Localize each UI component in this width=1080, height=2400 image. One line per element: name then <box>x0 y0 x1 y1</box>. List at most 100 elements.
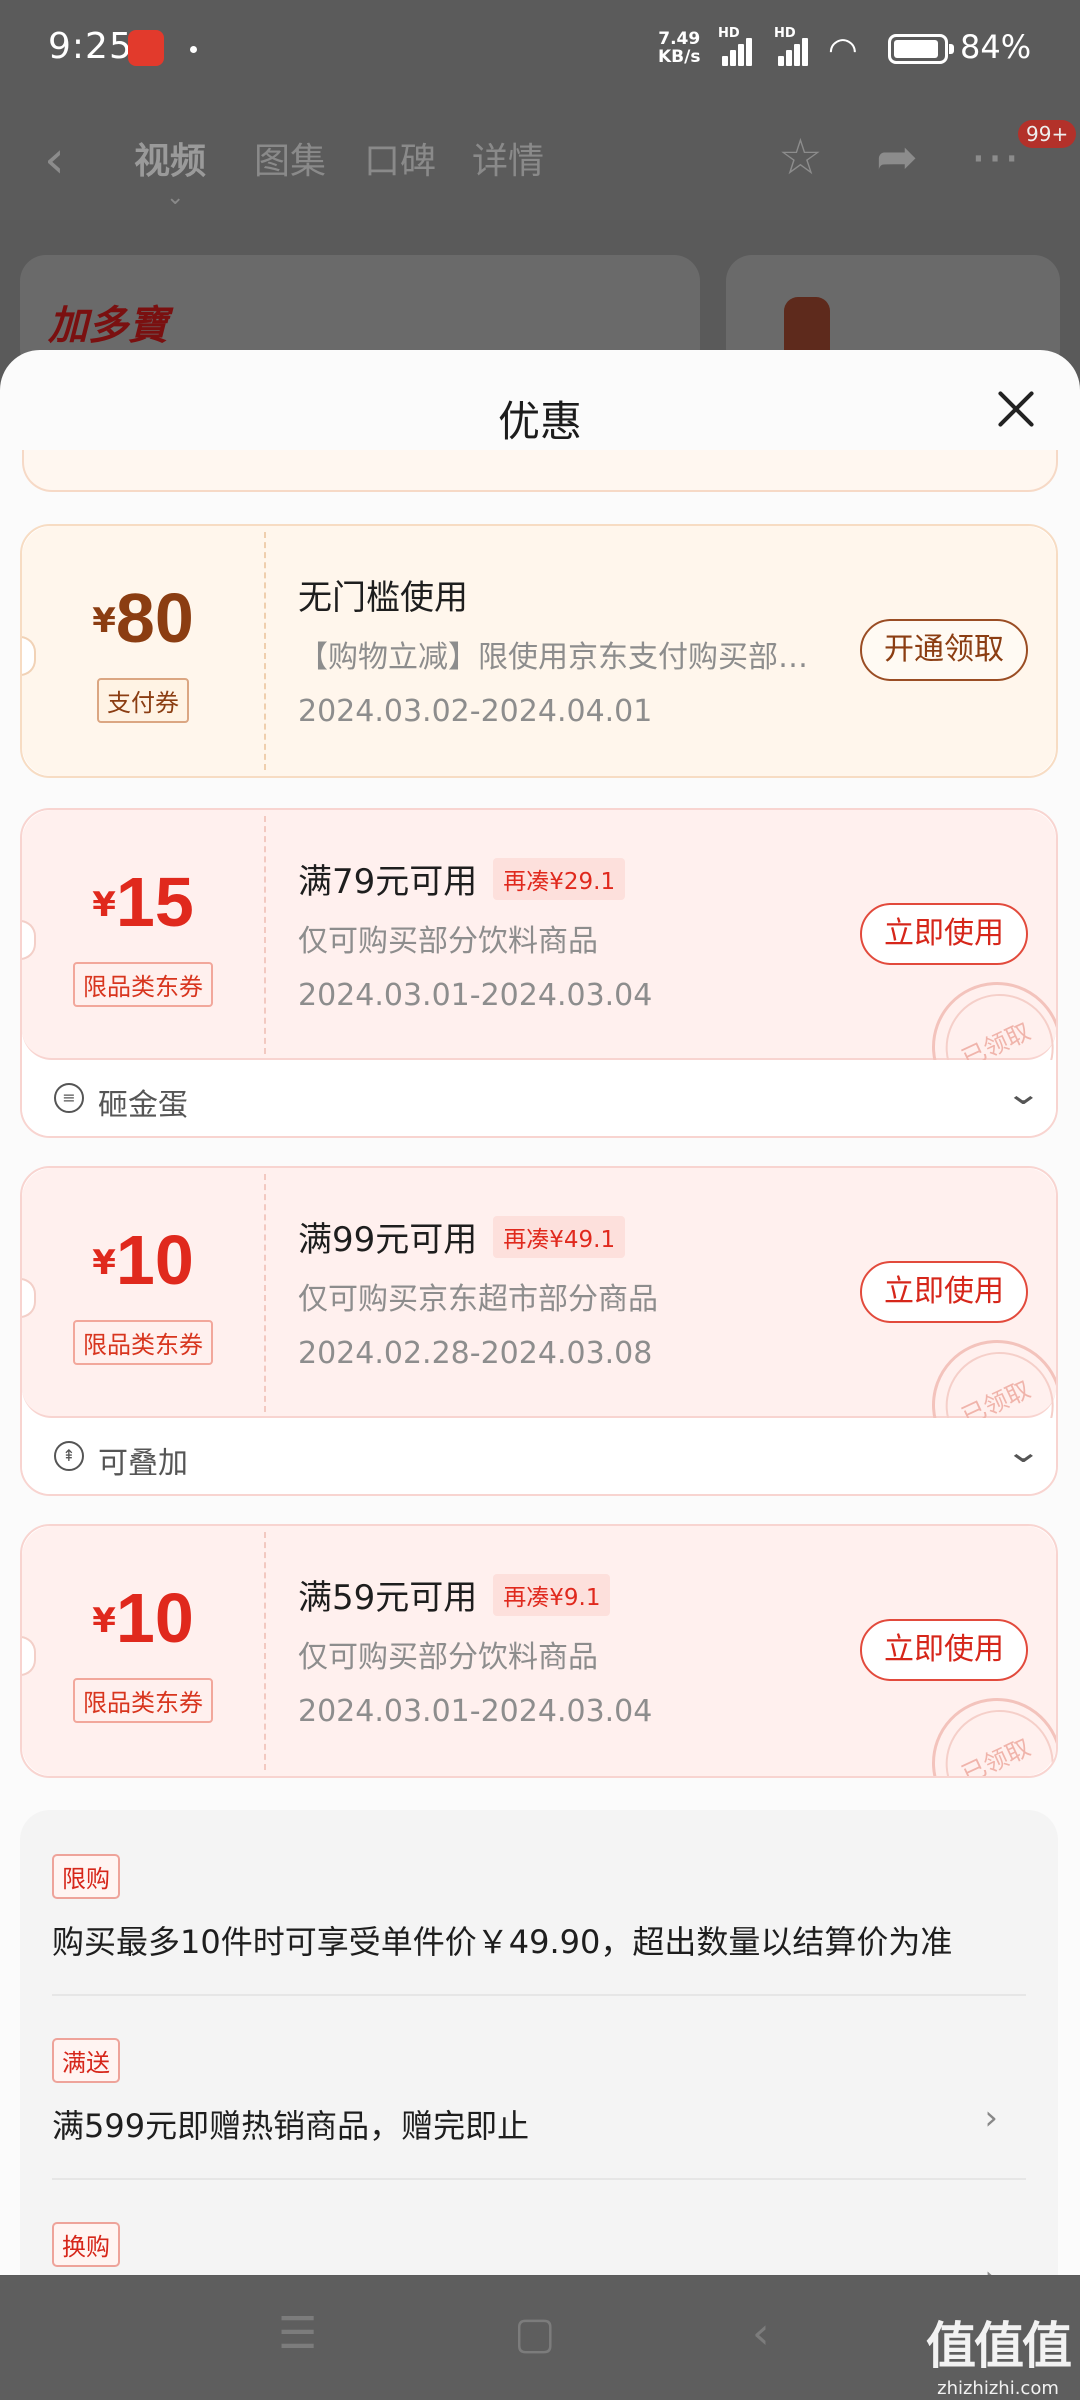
notification-dot-icon <box>190 46 197 53</box>
promo-text: 满599元即赠热销商品，赠完即止 <box>52 2107 530 2145</box>
coupon-title-text: 满79元可用 <box>298 862 478 902</box>
coupon-amount: ¥15 <box>22 862 264 942</box>
chevron-down-icon[interactable]: ⌄ <box>1005 1432 1043 1470</box>
sig2-label: HD <box>774 26 796 41</box>
coupon-type-badge: 限品类东券 <box>73 962 213 1007</box>
coupon-amount: ¥10 <box>22 1578 264 1658</box>
tab-reviews[interactable]: 口碑 <box>364 132 436 184</box>
battery-icon <box>888 34 954 64</box>
promo-tag: 满送 <box>52 2038 120 2083</box>
promo-tag: 限购 <box>52 1854 120 1899</box>
brand-logo: 加多寶 <box>48 302 168 349</box>
claimed-stamp: 已领取 <box>910 1676 1056 1776</box>
coupon-footer[interactable]: ⇞ 可叠加 ⌄ <box>22 1418 1056 1494</box>
use-now-button[interactable]: 立即使用 <box>860 903 1028 965</box>
use-now-button[interactable]: 立即使用 <box>860 1619 1028 1681</box>
currency-symbol: ¥ <box>92 1601 116 1641</box>
watermark-logo: 值值值 <box>926 2317 1072 2375</box>
promotions-panel: 限购 购买最多10件时可享受单件价￥49.90，超出数量以结算价为准 满送 满5… <box>20 1810 1058 2275</box>
battery-percent: 84% <box>960 28 1032 66</box>
amount-value: 80 <box>115 579 194 657</box>
chevron-right-icon[interactable]: › <box>984 2098 998 2138</box>
amount-value: 10 <box>115 1579 194 1657</box>
product-header: ‹ 视频 ⌄ 图集 口碑 详情 ☆ ➦ ⋯ 99+ <box>0 100 1080 220</box>
cell-signal-1-icon: HD <box>718 26 762 66</box>
promo-tag: 换购 <box>52 2222 120 2267</box>
chevron-down-icon[interactable]: ⌄ <box>1005 1074 1043 1112</box>
coupon-title: 满99元可用 再凑¥49.1 <box>298 1212 626 1261</box>
sheet-title: 优惠 <box>497 397 582 446</box>
use-now-button[interactable]: 立即使用 <box>860 1261 1028 1323</box>
amount-value: 10 <box>115 1221 194 1299</box>
message-badge: 99+ <box>1018 120 1077 148</box>
coupon-card: ¥15 限品类东券 满79元可用 再凑¥29.1 仅可购买部分饮料商品 2024.… <box>20 808 1058 1138</box>
menu-icon[interactable]: ☰ <box>278 2308 317 2359</box>
star-icon[interactable]: ☆ <box>778 128 823 186</box>
wifi-icon: ◠ <box>828 30 858 70</box>
coupon-amount: ¥80 <box>22 578 264 658</box>
coupon-description: 【购物立减】限使用京东支付购买部… <box>298 640 808 675</box>
net-speed-value: 7.49 <box>658 29 701 49</box>
status-time: 9:25 <box>48 26 133 67</box>
promo-item-gift[interactable]: 满送 满599元即赠热销商品，赠完即止 › <box>52 2038 1026 2147</box>
close-icon[interactable] <box>986 380 1046 440</box>
coupon-card: ¥10 限品类东券 满59元可用 再凑¥9.1 仅可购买部分饮料商品 2024.0… <box>20 1524 1058 1778</box>
coupon-validity: 2024.03.02-2024.04.01 <box>298 694 653 729</box>
coupon-title-text: 无门槛使用 <box>298 578 468 618</box>
back-nav-icon[interactable]: ‹ <box>752 2308 770 2359</box>
share-icon[interactable]: ➦ <box>876 128 918 186</box>
home-icon[interactable]: ▢ <box>514 2308 556 2359</box>
stackable-icon: ⇞ <box>54 1441 84 1471</box>
active-tab-indicator: ⌄ <box>166 185 185 210</box>
coupon-title: 无门槛使用 <box>298 570 468 619</box>
app-notification-icon <box>128 30 164 66</box>
watermark-site: zhizhizhi.com <box>937 2378 1059 2399</box>
activate-claim-button[interactable]: 开通领取 <box>860 619 1028 681</box>
top-up-chip: 再凑¥9.1 <box>493 1574 611 1616</box>
amount-value: 15 <box>115 863 194 941</box>
top-up-chip: 再凑¥29.1 <box>493 858 626 900</box>
tab-details[interactable]: 详情 <box>472 132 544 184</box>
back-icon[interactable]: ‹ <box>44 130 65 190</box>
previous-coupon-edge <box>22 450 1058 492</box>
tab-video[interactable]: 视频 <box>134 132 206 184</box>
coupon-type-badge: 限品类东券 <box>73 1320 213 1365</box>
coupon-footer-text: 砸金蛋 <box>98 1088 188 1123</box>
promo-item-exchange[interactable]: 换购 › <box>52 2222 1026 2275</box>
coupon-description: 仅可购买京东超市部分商品 <box>298 1282 658 1317</box>
golden-egg-icon: ≡ <box>54 1083 84 1113</box>
cell-signal-2-icon: HD <box>774 26 818 66</box>
coupon-title: 满59元可用 再凑¥9.1 <box>298 1570 611 1619</box>
watermark: 值值值 zhizhizhi.com <box>926 2306 1072 2399</box>
coupon-description: 仅可购买部分饮料商品 <box>298 1640 598 1675</box>
coupon-title-text: 满99元可用 <box>298 1220 478 1260</box>
coupon-amount: ¥10 <box>22 1220 264 1300</box>
net-speed-unit: KB/s <box>658 47 701 67</box>
top-up-chip: 再凑¥49.1 <box>493 1216 626 1258</box>
coupon-footer-text: 可叠加 <box>98 1446 188 1481</box>
currency-symbol: ¥ <box>92 601 116 641</box>
coupon-card: ¥80 支付券 无门槛使用 【购物立减】限使用京东支付购买部… 2024.03.… <box>20 524 1058 778</box>
promo-text: 购买最多10件时可享受单件价￥49.90，超出数量以结算价为准 <box>52 1923 953 1961</box>
system-nav-bar: ☰ ▢ ‹ <box>0 2276 1080 2400</box>
net-speed: 7.49 KB/s <box>658 30 700 66</box>
tab-gallery[interactable]: 图集 <box>254 132 326 184</box>
coupon-description: 仅可购买部分饮料商品 <box>298 924 598 959</box>
coupon-validity: 2024.03.01-2024.03.04 <box>298 978 653 1013</box>
discount-sheet: 优惠 ¥80 支付券 无门槛使用 【购物立减】限使用京东支付购买部… 2024.… <box>0 350 1080 2275</box>
coupon-title: 满79元可用 再凑¥29.1 <box>298 854 626 903</box>
status-bar: 9:25 7.49 KB/s HD HD ◠ 84% <box>0 0 1080 100</box>
coupon-card: ¥10 限品类东券 满99元可用 再凑¥49.1 仅可购买京东超市部分商品 202… <box>20 1166 1058 1496</box>
coupon-type-badge: 限品类东券 <box>73 1678 213 1723</box>
coupon-title-text: 满59元可用 <box>298 1578 478 1618</box>
chevron-right-icon[interactable]: › <box>984 2258 998 2275</box>
more-icon[interactable]: ⋯ <box>970 128 1020 186</box>
promo-item-purchase-limit: 限购 购买最多10件时可享受单件价￥49.90，超出数量以结算价为准 <box>52 1854 1026 1963</box>
coupon-validity: 2024.02.28-2024.03.08 <box>298 1336 653 1371</box>
coupon-validity: 2024.03.01-2024.03.04 <box>298 1694 653 1729</box>
sig1-label: HD <box>718 26 740 41</box>
coupon-type-badge: 支付券 <box>97 678 189 723</box>
coupon-footer[interactable]: ≡ 砸金蛋 ⌄ <box>22 1060 1056 1136</box>
currency-symbol: ¥ <box>92 885 116 925</box>
currency-symbol: ¥ <box>92 1243 116 1283</box>
